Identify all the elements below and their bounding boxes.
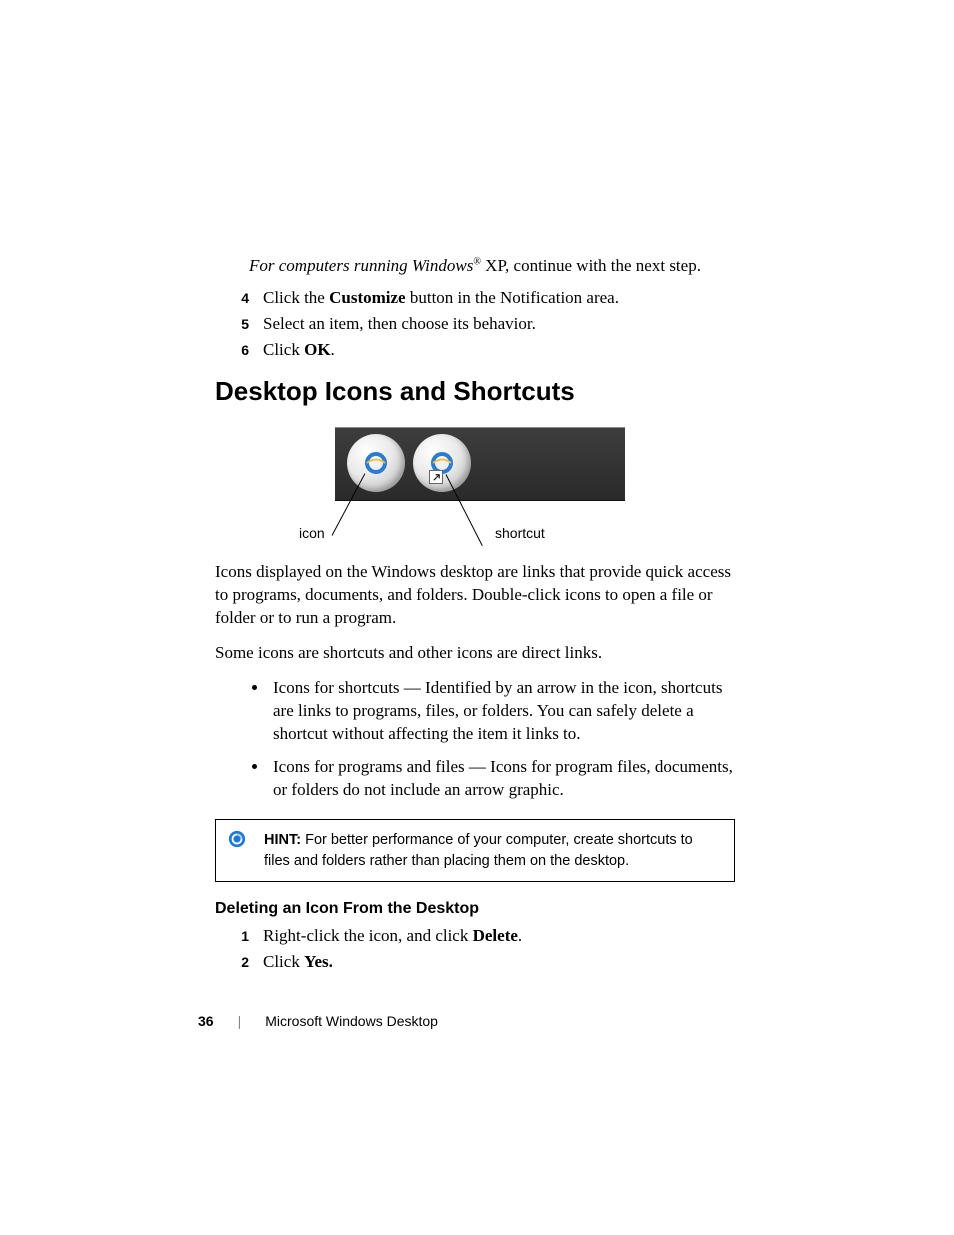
step-number: 4 [215,290,263,306]
step-text: Select an item, then choose its behavior… [263,314,735,334]
figure: icon shortcut [215,415,735,555]
numbered-steps-b: 1 Right-click the icon, and click Delete… [215,926,735,972]
registered-mark: ® [473,256,481,267]
paragraph: Some icons are shortcuts and other icons… [215,642,735,665]
step-text: Click Yes. [263,952,735,972]
list-item: 2 Click Yes. [215,952,735,972]
list-item: Icons for programs and files — Icons for… [269,756,735,802]
paragraph: Icons displayed on the Windows desktop a… [215,561,735,630]
intro-italic: For computers running Windows [249,256,473,275]
taskbar-panel [335,427,625,501]
hint-box: HINT: For better performance of your com… [215,819,735,882]
subsection-heading: Deleting an Icon From the Desktop [215,900,735,918]
hint-text: For better performance of your computer,… [264,832,693,868]
intro-rest: XP, continue with the next step. [481,256,701,275]
step-number: 6 [215,342,263,358]
bullet-list: Icons for shortcuts — Identified by an a… [215,677,735,802]
desktop-shortcut-circle [413,434,471,492]
section-heading: Desktop Icons and Shortcuts [215,376,735,407]
figure-label-icon: icon [299,525,325,541]
page-footer: 36 | Microsoft Windows Desktop [198,1013,438,1029]
numbered-steps-a: 4 Click the Customize button in the Noti… [215,288,735,360]
step-text: Right-click the icon, and click Delete. [263,926,735,946]
step-number: 1 [215,928,263,944]
hint-icon [228,830,246,848]
step-number: 5 [215,316,263,332]
footer-separator: | [238,1013,242,1029]
ie-icon [364,451,388,475]
list-item: 5 Select an item, then choose its behavi… [215,314,735,334]
step-number: 2 [215,954,263,970]
intro-line: For computers running Windows® XP, conti… [249,256,735,276]
list-item: 1 Right-click the icon, and click Delete… [215,926,735,946]
hint-label: HINT: [264,832,301,848]
step-text: Click the Customize button in the Notifi… [263,288,735,308]
step-text: Click OK. [263,340,735,360]
list-item: Icons for shortcuts — Identified by an a… [269,677,735,746]
page-content: For computers running Windows® XP, conti… [215,256,735,980]
desktop-icon-circle [347,434,405,492]
list-item: 4 Click the Customize button in the Noti… [215,288,735,308]
footer-title: Microsoft Windows Desktop [265,1013,438,1029]
list-item: 6 Click OK. [215,340,735,360]
figure-label-shortcut: shortcut [495,525,545,541]
shortcut-arrow-badge [429,470,443,484]
page-number: 36 [198,1013,214,1029]
document-page: For computers running Windows® XP, conti… [0,0,954,1235]
